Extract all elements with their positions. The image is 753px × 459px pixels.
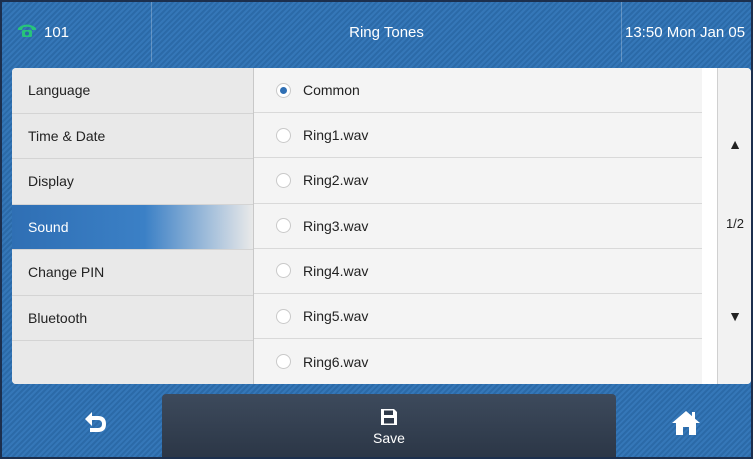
floppy-disk-icon <box>381 408 397 425</box>
ringtone-label: Ring2.wav <box>303 172 369 189</box>
triangle-up-icon[interactable]: ▲ <box>718 136 751 152</box>
radio-unchecked-icon[interactable] <box>276 308 291 324</box>
home-button[interactable] <box>670 408 702 438</box>
settings-menu: Language Time & Date Display Sound Chang… <box>12 68 254 384</box>
home-icon <box>672 411 700 435</box>
radio-checked-icon[interactable] <box>276 82 291 98</box>
ringtone-label: Common <box>303 82 360 99</box>
ringtone-label: Ring5.wav <box>303 308 369 325</box>
radio-unchecked-icon[interactable] <box>276 354 291 370</box>
page-title: Ring Tones <box>152 2 622 62</box>
ringtone-label: Ring6.wav <box>303 353 369 370</box>
phone-screen: 101 Ring Tones 13:50 Mon Jan 05 Language… <box>0 0 753 459</box>
ringtone-option-ring4[interactable]: Ring4.wav <box>254 249 702 294</box>
menu-item-label: Bluetooth <box>28 309 88 326</box>
menu-item-label: Change PIN <box>28 264 105 281</box>
line-indicator[interactable]: 101 <box>2 2 152 62</box>
page-indicator: 1/2 <box>725 216 745 231</box>
ringtone-option-ring1[interactable]: Ring1.wav <box>254 113 702 159</box>
menu-item-language[interactable]: Language <box>12 68 253 114</box>
menu-item-label: Display <box>28 173 74 190</box>
menu-item-label: Time & Date <box>28 127 106 144</box>
ringtone-option-ring3[interactable]: Ring3.wav <box>254 204 702 249</box>
ringtone-label: Ring3.wav <box>303 217 369 234</box>
menu-item-sound[interactable]: Sound <box>12 204 253 250</box>
save-button[interactable]: Save <box>162 394 616 457</box>
menu-item-empty <box>12 341 253 384</box>
menu-item-label: Language <box>28 82 91 99</box>
menu-item-display[interactable]: Display <box>12 159 253 205</box>
softkey-bar: Save <box>2 384 751 457</box>
radio-unchecked-icon[interactable] <box>276 127 291 143</box>
datetime-display: 13:50 Mon Jan 05 <box>625 23 746 41</box>
line-label: 101 <box>44 23 70 41</box>
scrollbar[interactable]: ▲ 1/2 ▼ <box>717 68 751 384</box>
menu-item-label: Sound <box>28 218 69 235</box>
radio-unchecked-icon[interactable] <box>276 263 291 279</box>
ringtone-option-common[interactable]: Common <box>254 68 702 114</box>
back-arrow-icon <box>85 412 106 432</box>
ringtone-option-ring5[interactable]: Ring5.wav <box>254 294 702 340</box>
ringtone-list: Common Ring1.wav Ring2.wav Ring3.wav Rin… <box>254 68 702 384</box>
phone-icon <box>16 22 38 42</box>
radio-unchecked-icon[interactable] <box>276 172 291 188</box>
ringtone-label: Ring4.wav <box>303 262 369 279</box>
radio-unchecked-icon[interactable] <box>276 218 291 234</box>
back-button[interactable] <box>80 408 110 438</box>
triangle-down-icon[interactable]: ▼ <box>718 308 751 324</box>
ringtone-option-ring2[interactable]: Ring2.wav <box>254 158 702 204</box>
menu-item-time-date[interactable]: Time & Date <box>12 114 253 159</box>
menu-item-bluetooth[interactable]: Bluetooth <box>12 296 253 341</box>
menu-item-change-pin[interactable]: Change PIN <box>12 250 253 296</box>
status-bar: 101 Ring Tones 13:50 Mon Jan 05 <box>2 2 751 62</box>
ringtone-option-ring6[interactable]: Ring6.wav <box>254 339 702 384</box>
ringtone-label: Ring1.wav <box>303 127 369 144</box>
content-panel: Language Time & Date Display Sound Chang… <box>12 68 751 384</box>
save-label: Save <box>373 429 405 446</box>
